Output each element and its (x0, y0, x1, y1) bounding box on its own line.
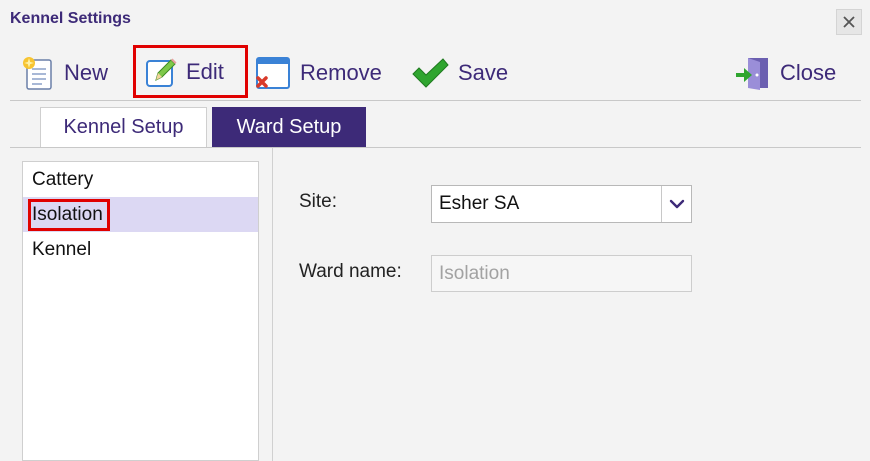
edit-button[interactable]: Edit (133, 45, 248, 98)
list-item-kennel[interactable]: Kennel (23, 232, 258, 267)
remove-button-label: Remove (300, 60, 382, 85)
green-check-icon (412, 58, 449, 88)
toolbar-divider (10, 100, 861, 101)
tab-ward-setup[interactable]: Ward Setup (212, 107, 366, 147)
new-document-icon (23, 57, 52, 90)
kennel-settings-window: Kennel Settings New Edit Remove Save Clo… (0, 0, 870, 461)
list-item-label: Kennel (32, 238, 92, 260)
close-button-label: Close (780, 60, 837, 85)
list-item-isolation[interactable]: Isolation (23, 197, 258, 232)
list-item-cattery[interactable]: Cattery (23, 162, 258, 197)
new-button-label: New (64, 60, 109, 85)
remove-window-icon (256, 57, 290, 89)
save-button-label: Save (458, 60, 509, 85)
tab-kennel-setup[interactable]: Kennel Setup (40, 107, 207, 147)
new-button[interactable]: New (20, 52, 108, 94)
window-close-button[interactable] (836, 9, 862, 35)
ward-list[interactable]: Cattery Isolation Kennel (22, 161, 259, 461)
pencil-edit-icon (146, 58, 177, 87)
remove-button[interactable]: Remove (254, 52, 382, 94)
close-button[interactable]: Close (734, 52, 836, 94)
list-item-label: Cattery (32, 168, 94, 190)
window-title: Kennel Settings (10, 10, 131, 27)
chevron-down-icon (669, 199, 684, 209)
close-icon (843, 16, 855, 28)
exit-door-icon (736, 58, 768, 90)
site-select[interactable]: Esher SA (431, 185, 692, 223)
edit-button-label: Edit (186, 58, 224, 84)
list-item-label: Isolation (28, 198, 110, 231)
site-dropdown-button[interactable] (661, 186, 691, 222)
ward-name-label: Ward name: (299, 261, 402, 282)
ward-name-input[interactable] (431, 255, 692, 292)
site-select-value: Esher SA (439, 193, 520, 214)
save-button[interactable]: Save (410, 52, 508, 94)
site-label: Site: (299, 191, 338, 212)
